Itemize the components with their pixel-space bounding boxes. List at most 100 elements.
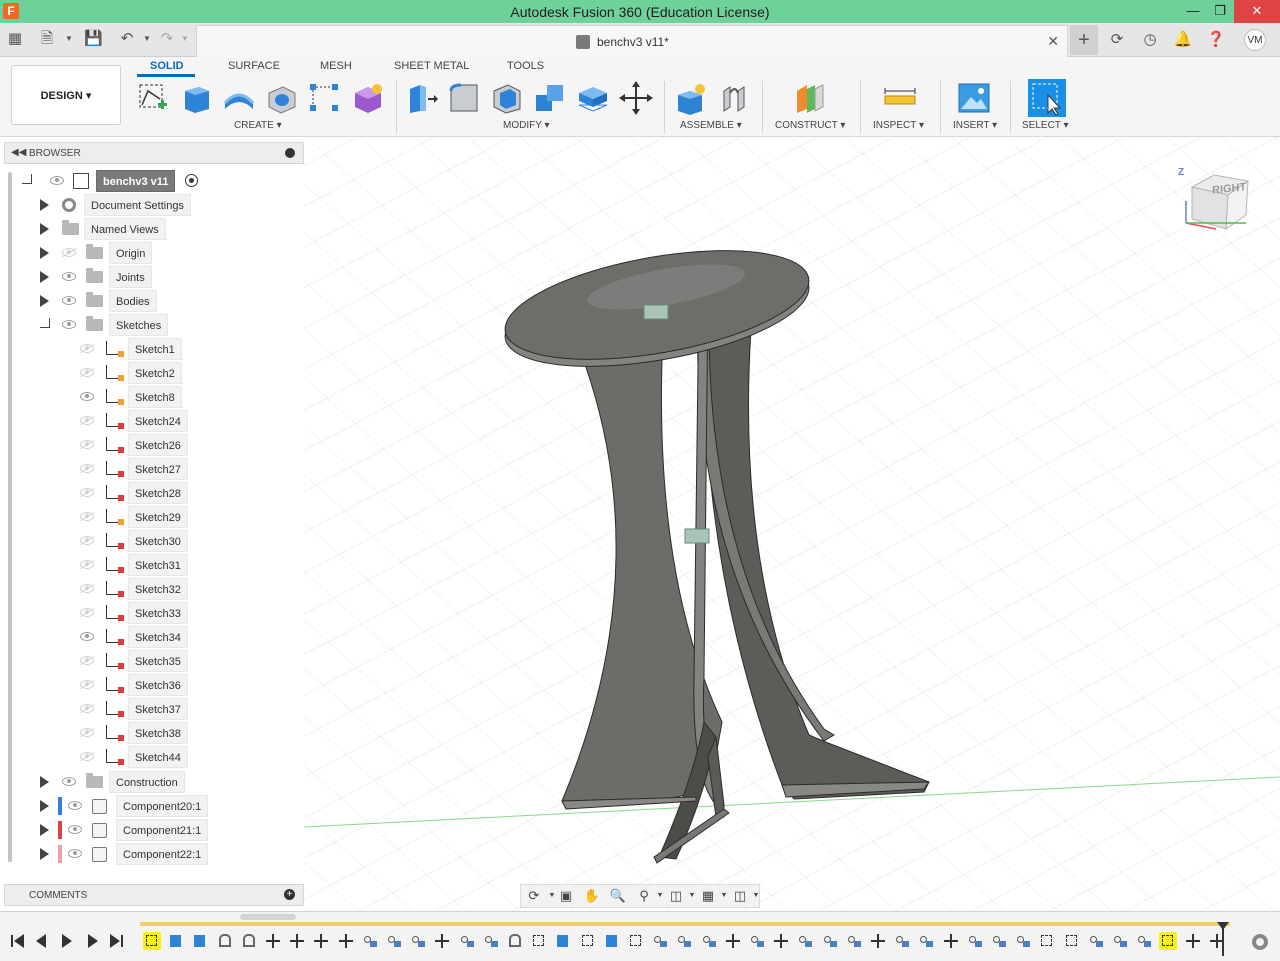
canvas-viewport[interactable]: RIGHT Z: [304, 137, 1280, 911]
visibility-eye-icon[interactable]: [80, 416, 94, 425]
timeline-feature-body-icon[interactable]: [675, 932, 693, 950]
browser-scrollbar[interactable]: [8, 172, 12, 862]
job-status-icon[interactable]: ⟳: [1106, 29, 1128, 51]
timeline-feature-extrude-icon[interactable]: [554, 932, 572, 950]
tree-item-sketch[interactable]: Sketch1: [76, 338, 206, 360]
tree-item-joints[interactable]: Joints: [38, 266, 208, 288]
fillet-icon[interactable]: [447, 81, 481, 115]
timeline-feature-extrude-icon[interactable]: [167, 932, 185, 950]
create-group-label[interactable]: CREATE ▾: [234, 120, 282, 131]
expand-root-icon[interactable]: [22, 174, 32, 184]
visibility-eye-icon[interactable]: [80, 632, 94, 641]
step-back-icon[interactable]: [34, 934, 50, 950]
tree-item-sketch[interactable]: Sketch8: [76, 386, 206, 408]
close-tab-icon[interactable]: ✕: [1047, 33, 1059, 50]
timeline-feature-joint-icon[interactable]: [216, 932, 234, 950]
tree-item-sketch[interactable]: Sketch28: [76, 482, 206, 504]
data-panel-grid-icon[interactable]: ▦: [6, 30, 24, 48]
close-window-button[interactable]: ✕: [1234, 0, 1280, 23]
tree-item-bodies[interactable]: Bodies: [38, 290, 208, 312]
timeline-feature-body-icon[interactable]: [1087, 932, 1105, 950]
tab-mesh[interactable]: MESH: [320, 60, 352, 72]
expand-icon[interactable]: [40, 848, 49, 860]
timeline-feature-move-icon[interactable]: [772, 932, 790, 950]
file-dropdown-chevron-icon[interactable]: ▼: [60, 30, 78, 48]
view-cube[interactable]: RIGHT Z: [1172, 167, 1262, 237]
tree-item-sketch[interactable]: Sketch34: [76, 626, 206, 648]
move-copy-icon[interactable]: [619, 81, 653, 115]
timeline-feature-extrude-icon[interactable]: [191, 932, 209, 950]
visibility-eye-icon[interactable]: [80, 680, 94, 689]
timeline-feature-move-icon[interactable]: [337, 932, 355, 950]
joint-marker-icon[interactable]: [643, 304, 669, 320]
expand-icon[interactable]: [40, 824, 49, 836]
timeline-feature-body-icon[interactable]: [651, 932, 669, 950]
timeline-feature-move-icon[interactable]: [312, 932, 330, 950]
visibility-eye-icon[interactable]: [80, 608, 94, 617]
timeline-feature-move-icon[interactable]: [264, 932, 282, 950]
help-icon[interactable]: ❓: [1205, 29, 1227, 51]
timeline-feature-body-icon[interactable]: [385, 932, 403, 950]
timeline-feature-extrude-icon[interactable]: [603, 932, 621, 950]
add-comment-icon[interactable]: +: [284, 889, 295, 900]
shell-icon[interactable]: [490, 81, 524, 115]
timeline-feature-body-icon[interactable]: [796, 932, 814, 950]
step-forward-icon[interactable]: [84, 934, 100, 950]
tree-item-sketch[interactable]: Sketch36: [76, 674, 206, 696]
expand-icon[interactable]: [40, 800, 49, 812]
expand-icon[interactable]: [40, 271, 49, 283]
measure-icon[interactable]: [883, 81, 917, 115]
timeline-feature-body-icon[interactable]: [700, 932, 718, 950]
visibility-eye-icon[interactable]: [80, 344, 94, 353]
tree-item-component[interactable]: Component20:1: [38, 795, 209, 817]
timeline-scrollbar[interactable]: [240, 914, 296, 920]
visibility-eye-icon[interactable]: [62, 777, 76, 786]
expand-icon[interactable]: [40, 199, 49, 211]
expand-icon[interactable]: [40, 295, 49, 307]
tab-sheet-metal[interactable]: SHEET METAL: [394, 60, 469, 72]
visibility-eye-icon[interactable]: [80, 752, 94, 761]
visibility-eye-icon[interactable]: [68, 825, 82, 834]
tab-solid[interactable]: SOLID: [150, 60, 184, 72]
restore-button[interactable]: ❐: [1205, 0, 1235, 23]
timeline-feature-body-icon[interactable]: [990, 932, 1008, 950]
press-pull-icon[interactable]: [404, 81, 438, 115]
new-component-icon[interactable]: [674, 81, 708, 115]
timeline-feature-sketch-icon[interactable]: [1159, 932, 1178, 950]
tree-item-sketch[interactable]: Sketch37: [76, 698, 206, 720]
tree-item-sketch[interactable]: Sketch27: [76, 458, 206, 480]
timeline-feature-joint-icon[interactable]: [240, 932, 258, 950]
inspect-group-label[interactable]: INSPECT ▾: [873, 120, 924, 131]
expand-icon[interactable]: [40, 247, 49, 259]
timeline-feature-move-icon[interactable]: [942, 932, 960, 950]
joint-icon[interactable]: [718, 81, 752, 115]
notifications-bell-icon[interactable]: 🔔: [1172, 29, 1194, 51]
timeline-feature-joint-icon[interactable]: [506, 932, 524, 950]
timeline-feature-sketch-icon[interactable]: [143, 932, 161, 950]
visibility-eye-icon[interactable]: [80, 704, 94, 713]
tree-item-component[interactable]: Component21:1: [38, 819, 209, 841]
tree-item-sketch[interactable]: Sketch44: [76, 746, 206, 768]
expand-icon[interactable]: [40, 776, 49, 788]
timeline-feature-body-icon[interactable]: [1135, 932, 1153, 950]
tree-item-document-settings[interactable]: Document Settings: [38, 194, 208, 216]
visibility-eye-icon[interactable]: [62, 320, 76, 329]
timeline-feature-move-icon[interactable]: [869, 932, 887, 950]
revolve-icon[interactable]: [222, 81, 256, 115]
combine-icon[interactable]: [533, 81, 567, 115]
timeline-settings-gear-icon[interactable]: [1252, 934, 1268, 950]
visibility-eye-icon[interactable]: [68, 801, 82, 810]
create-form-icon[interactable]: [351, 81, 385, 115]
visibility-eye-icon[interactable]: [50, 176, 64, 185]
extrude-icon[interactable]: [179, 81, 213, 115]
user-avatar[interactable]: VM: [1244, 29, 1266, 51]
orbit-icon[interactable]: ⟳: [525, 888, 543, 904]
timeline-feature-body-icon[interactable]: [458, 932, 476, 950]
tree-item-sketch[interactable]: Sketch2: [76, 362, 206, 384]
visibility-eye-icon[interactable]: [62, 248, 76, 257]
construct-group-label[interactable]: CONSTRUCT ▾: [775, 120, 845, 131]
tree-item-sketch[interactable]: Sketch35: [76, 650, 206, 672]
insert-image-icon[interactable]: [957, 81, 991, 115]
play-icon[interactable]: [60, 934, 76, 950]
select-icon[interactable]: [1028, 79, 1066, 117]
